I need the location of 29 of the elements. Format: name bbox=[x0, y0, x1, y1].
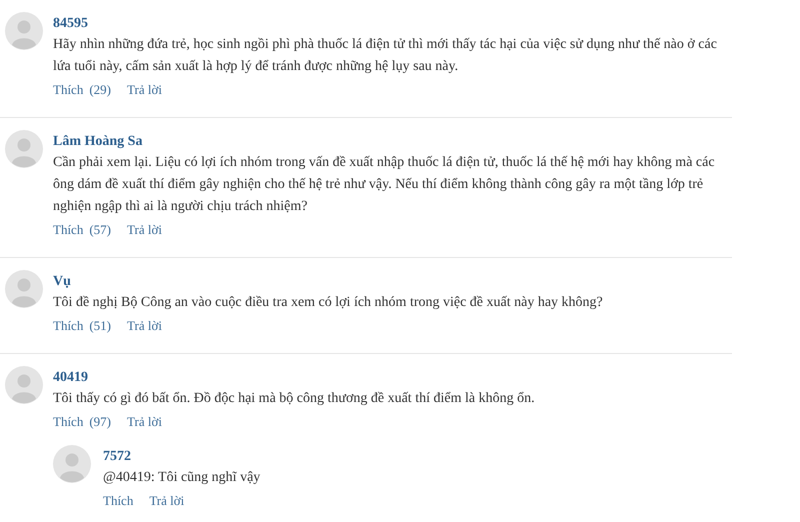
like-count: (29) bbox=[89, 81, 111, 99]
avatar-icon bbox=[5, 130, 43, 168]
avatar-icon bbox=[5, 366, 43, 404]
comment-author[interactable]: 40419 bbox=[53, 369, 728, 387]
avatar-icon bbox=[5, 12, 43, 50]
avatar-icon bbox=[53, 445, 91, 483]
reply-link[interactable]: Trả lời bbox=[149, 492, 184, 510]
comment-author[interactable]: Vụ bbox=[53, 273, 728, 291]
reply-link[interactable]: Trả lời bbox=[127, 317, 162, 335]
comment-text: Tôi đề nghị Bộ Công an vào cuộc điều tra xem có lợi ích nhóm trong việc đề xuất này hay không? bbox=[53, 294, 604, 312]
like-link[interactable]: Thích bbox=[103, 492, 134, 510]
like-count: (57) bbox=[89, 221, 111, 239]
like-link[interactable]: Thích bbox=[53, 81, 84, 99]
like-link[interactable]: Thích bbox=[53, 221, 84, 239]
like-link[interactable]: Thích bbox=[53, 317, 84, 335]
comment-text: Hãy nhìn những đứa trẻ, học sinh ngồi phì phà thuốc lá điện tử thì mới thấy tác hại của việc sử dụng như thế nào ở các lứa tuổi này, cấm sản xuất là hợp lý để tránh được những hệ lụy sau này. bbox=[53, 36, 718, 76]
comment-author[interactable]: 7572 bbox=[103, 448, 778, 466]
like-count: (97) bbox=[89, 413, 111, 431]
reply-link[interactable]: Trả lời bbox=[127, 221, 162, 239]
reply-link[interactable]: Trả lời bbox=[127, 81, 162, 99]
comment-author[interactable]: Lâm Hoàng Sa bbox=[53, 133, 728, 151]
like-link[interactable]: Thích bbox=[53, 413, 84, 431]
avatar-icon bbox=[5, 270, 43, 308]
comment-text: @40419: Tôi cũng nghĩ vậy bbox=[103, 469, 262, 487]
comment-author[interactable]: 84595 bbox=[53, 15, 728, 33]
reply-link[interactable]: Trả lời bbox=[127, 413, 162, 431]
comment-text: Tôi thấy có gì đó bất ổn. Đồ độc hại mà bộ công thương đề xuất thí điểm là không ổn. bbox=[53, 390, 536, 408]
like-count: (51) bbox=[89, 317, 111, 335]
comment-text: Cần phải xem lại. Liệu có lợi ích nhóm trong vấn đề xuất nhập thuốc lá điện tử, thuốc lá thế hệ mới hay không mà các ông dám đề xuất thí điểm gây nghiện cho thế hệ trẻ như vậy. Nếu thí điểm không thành công gây ra một tầng lớp trẻ nghiện ngập thì ai là người chịu trách nhiệm? bbox=[53, 154, 716, 216]
